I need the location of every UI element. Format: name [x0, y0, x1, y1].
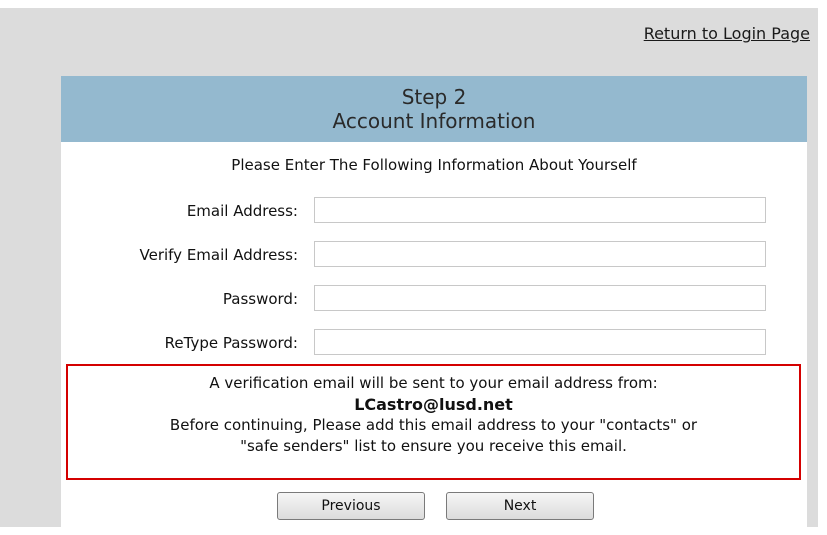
step-number: Step 2 — [401, 85, 467, 109]
step-header: Step 2 Account Information — [61, 76, 807, 142]
retype-password-field[interactable] — [314, 329, 766, 355]
verify-email-field[interactable] — [314, 241, 766, 267]
previous-button[interactable]: Previous — [277, 492, 425, 520]
next-button[interactable]: Next — [446, 492, 594, 520]
notice-line-3: Before continuing, Please add this email… — [169, 416, 698, 434]
verify-email-row: Verify Email Address: — [61, 241, 807, 269]
verification-notice: A verification email will be sent to you… — [66, 364, 801, 480]
password-label: Password: — [222, 290, 298, 308]
notice-line-4: "safe senders" list to ensure you receiv… — [240, 437, 627, 455]
verify-email-label: Verify Email Address: — [139, 246, 299, 264]
step-title: Account Information — [332, 109, 536, 133]
password-row: Password: — [61, 285, 807, 313]
return-to-login-link[interactable]: Return to Login Page — [644, 24, 810, 43]
retype-password-row: ReType Password: — [61, 329, 807, 357]
sender-email: LCastro@lusd.net — [354, 395, 513, 414]
email-field[interactable] — [314, 197, 766, 223]
email-row: Email Address: — [61, 197, 807, 225]
notice-line-1: A verification email will be sent to you… — [209, 374, 658, 392]
password-field[interactable] — [314, 285, 766, 311]
email-label: Email Address: — [186, 202, 298, 220]
registration-panel: Step 2 Account Information Please Enter … — [61, 76, 807, 527]
retype-password-label: ReType Password: — [164, 334, 298, 352]
instructions-text: Please Enter The Following Information A… — [231, 156, 637, 174]
page-background: Return to Login Page Step 2 Account Info… — [0, 8, 818, 527]
